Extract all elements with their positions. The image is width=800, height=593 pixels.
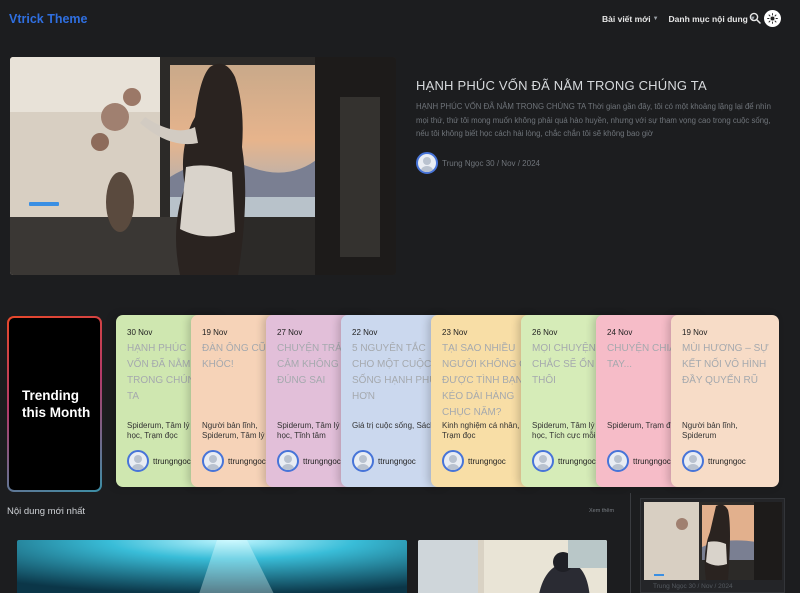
new-content-title: Nội dung mới nhất: [7, 506, 86, 517]
card-author-name: ttrungngoc: [558, 456, 596, 466]
side-post-image[interactable]: [644, 502, 782, 580]
post-thumbnail[interactable]: [17, 540, 407, 593]
card-author-name: ttrungngoc: [633, 456, 671, 466]
card-author[interactable]: ttrungngoc: [532, 450, 596, 472]
avatar: [127, 450, 149, 472]
avatar: [277, 450, 299, 472]
hero-image[interactable]: [10, 57, 396, 275]
hero-title[interactable]: HẠNH PHÚC VỐN ĐÃ NẰM TRONG CHÚNG TA: [416, 78, 786, 93]
card-date: 30 Nov: [127, 328, 153, 337]
card-author-name: ttrungngoc: [468, 456, 506, 466]
card-author-name: ttrungngoc: [303, 456, 341, 466]
card-author[interactable]: ttrungngoc: [682, 450, 746, 472]
card-author[interactable]: ttrungngoc: [352, 450, 416, 472]
avatar: [352, 450, 374, 472]
avatar: [202, 450, 224, 472]
theme-toggle-button[interactable]: [764, 10, 781, 27]
side-slider-indicator: [654, 574, 664, 576]
card-date: 24 Nov: [607, 328, 633, 337]
card-date: 22 Nov: [352, 328, 378, 337]
site-header: Vtrick Theme Bài viết mới ▼ Danh mục nội…: [0, 0, 800, 38]
divider: [630, 493, 631, 593]
hero-excerpt: HẠNH PHÚC VỐN ĐÃ NẰM TRONG CHÚNG TA Thời…: [416, 102, 771, 138]
card-author[interactable]: ttrungngoc: [127, 450, 191, 472]
avatar: [682, 450, 704, 472]
hero-author-line: Trung Ngọc 30 / Nov / 2024: [442, 158, 540, 168]
trending-card[interactable]: 19 Nov MÙI HƯƠNG – SỰ KẾT NỐI VÔ HÌNH ĐẦY…: [671, 315, 779, 487]
card-date: 23 Nov: [442, 328, 468, 337]
main-nav: Bài viết mới ▼ Danh mục nội dung ▼: [602, 14, 756, 24]
nav-new-posts[interactable]: Bài viết mới ▼: [602, 14, 659, 24]
site-logo[interactable]: Vtrick Theme: [9, 12, 88, 26]
card-author[interactable]: ttrungngoc: [202, 450, 266, 472]
trending-label: Trending this Month: [22, 388, 91, 420]
avatar: [442, 450, 464, 472]
nav-new-posts-label: Bài viết mới: [602, 14, 651, 24]
card-date: 26 Nov: [532, 328, 558, 337]
nav-categories[interactable]: Danh mục nội dung ▼: [669, 14, 756, 24]
sun-icon: [767, 13, 778, 24]
hero-slider-indicator[interactable]: [29, 202, 59, 206]
card-author[interactable]: ttrungngoc: [277, 450, 341, 472]
see-more-link[interactable]: Xem thêm: [589, 508, 614, 514]
post-thumbnail[interactable]: [418, 540, 607, 593]
card-author-name: ttrungngoc: [708, 456, 746, 466]
card-date: 27 Nov: [277, 328, 303, 337]
nav-categories-label: Danh mục nội dung: [668, 14, 748, 24]
card-author-name: ttrungngoc: [228, 456, 266, 466]
card-title[interactable]: MÙI HƯƠNG – SỰ KẾT NỐI VÔ HÌNH ĐẦY QUYẾN…: [682, 341, 778, 389]
side-post-caption: Trung Ngọc 30 / Nov / 2024: [653, 583, 733, 590]
avatar: [416, 152, 438, 174]
card-author[interactable]: ttrungngoc: [442, 450, 506, 472]
avatar: [532, 450, 554, 472]
card-tags[interactable]: Người bản lĩnh, Spiderum: [682, 421, 774, 441]
avatar: [607, 450, 629, 472]
chevron-down-icon: ▼: [652, 16, 659, 22]
search-icon[interactable]: [749, 12, 761, 24]
hero-author[interactable]: Trung Ngọc 30 / Nov / 2024: [416, 152, 540, 174]
card-date: 19 Nov: [202, 328, 228, 337]
card-author-name: ttrungngoc: [153, 456, 191, 466]
card-author[interactable]: ttrungngoc: [607, 450, 671, 472]
trending-banner: Trending this Month: [7, 316, 102, 492]
side-post-card[interactable]: Trung Ngọc 30 / Nov / 2024: [640, 498, 785, 593]
card-date: 19 Nov: [682, 328, 708, 337]
card-author-name: ttrungngoc: [378, 456, 416, 466]
